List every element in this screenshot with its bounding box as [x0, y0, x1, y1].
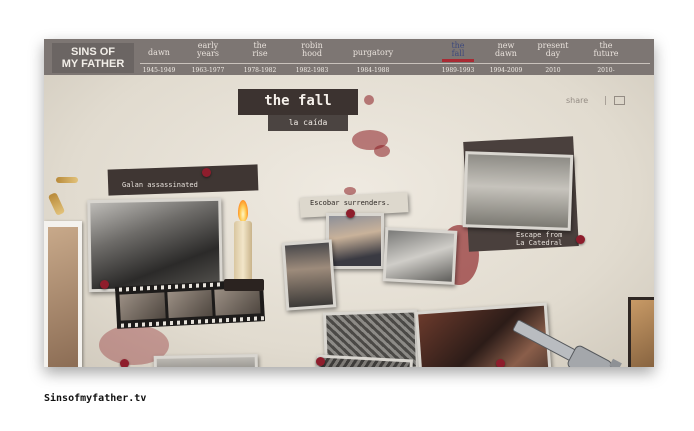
active-tab-marker: [442, 59, 474, 62]
photo-la-catedral[interactable]: [462, 151, 574, 231]
fullscreen-icon[interactable]: [614, 96, 625, 105]
photo-newspaper[interactable]: [382, 227, 458, 285]
timeline-tab-years: 1989-1993: [441, 67, 475, 74]
candle-holder: [224, 279, 264, 291]
pin: [120, 359, 129, 367]
bullet-casing: [47, 192, 66, 216]
photo-soldier[interactable]: [281, 239, 337, 311]
pin: [100, 280, 109, 289]
photo-edge-right[interactable]: [628, 297, 654, 367]
timeline-tab-years: 2010: [545, 67, 561, 74]
timeline-tab[interactable]: robin hood 1982-1983: [288, 39, 336, 75]
timeline-tab-label: the rise: [252, 41, 268, 58]
pin: [202, 168, 211, 177]
timeline-tab-years: 1945-1949: [142, 67, 176, 74]
caption-galan: Galan assassinated: [122, 181, 198, 189]
site-frame: SINS OF MY FATHER dawn 1945-1949 early yea…: [44, 39, 654, 367]
timeline-tab[interactable]: purgatory 1984-1988: [336, 39, 410, 75]
timeline-tab[interactable]: the future 2010-: [584, 39, 628, 75]
photo-galan-funeral[interactable]: [87, 197, 223, 293]
caption-scrap: [107, 164, 259, 196]
photo-portrait-left[interactable]: [44, 221, 82, 367]
timeline-tabs: dawn 1945-1949 early years 1963-1977 the ris…: [140, 39, 650, 75]
timeline-tab[interactable]: present day 2010: [530, 39, 576, 75]
blood-splatter: [374, 145, 390, 157]
bullet-casing: [56, 177, 78, 183]
timeline-tab-label: purgatory: [352, 48, 394, 57]
pin: [346, 209, 355, 218]
divider: [605, 96, 606, 105]
pin: [576, 235, 585, 244]
timeline-tab-label: dawn: [148, 48, 170, 57]
chapter-subtitle: la caída: [288, 118, 328, 127]
site-logo[interactable]: SINS OF MY FATHER: [52, 43, 134, 73]
candle-flame: [238, 200, 248, 222]
timeline-tab[interactable]: the rise 1978-1982: [240, 39, 280, 75]
photo-march[interactable]: [153, 354, 259, 367]
timeline-tab-years: 1982-1983: [295, 67, 329, 74]
timeline-tab-label: new dawn: [495, 41, 517, 58]
photo-escobar[interactable]: [326, 213, 384, 269]
timeline-tab[interactable]: the fall 1989-1993: [440, 39, 476, 75]
timeline-tab-label: the future: [593, 41, 619, 58]
timeline-tab-label: present day: [537, 41, 569, 58]
caption-escape: Escape from La Catedral: [516, 231, 563, 247]
candle: [234, 221, 252, 283]
share-button[interactable]: share: [566, 96, 588, 105]
timeline-tab-years: 1994-2009: [489, 67, 523, 74]
blood-splatter: [364, 95, 374, 105]
timeline-tab-label: the fall: [451, 41, 465, 58]
chapter-title: the fall: [264, 93, 332, 109]
chapter-subtitle-plate: la caída: [268, 115, 348, 131]
timeline-tab-years: 2010-: [597, 67, 615, 74]
timeline-tab[interactable]: dawn 1945-1949: [140, 39, 178, 75]
timeline-tab-label: early years: [197, 41, 219, 58]
timeline-tab-years: 1984-1988: [356, 67, 390, 74]
timeline-nav: SINS OF MY FATHER dawn 1945-1949 early yea…: [44, 39, 654, 75]
collage-board: the fall la caída share Galan assassinat…: [44, 75, 654, 367]
blood-splatter: [344, 187, 356, 195]
timeline-tab-years: 1978-1982: [243, 67, 277, 74]
timeline-tab[interactable]: new dawn 1994-2009: [486, 39, 526, 75]
timeline-tab[interactable]: early years 1963-1977: [186, 39, 230, 75]
chapter-title-plate: the fall: [238, 89, 358, 115]
timeline-tab-label: robin hood: [301, 41, 323, 58]
site-url: Sinsofmyfather.tv: [44, 393, 147, 404]
pin: [316, 357, 325, 366]
timeline-tab-years: 1963-1977: [191, 67, 225, 74]
caption-escobar: Escobar surrenders.: [310, 199, 391, 207]
